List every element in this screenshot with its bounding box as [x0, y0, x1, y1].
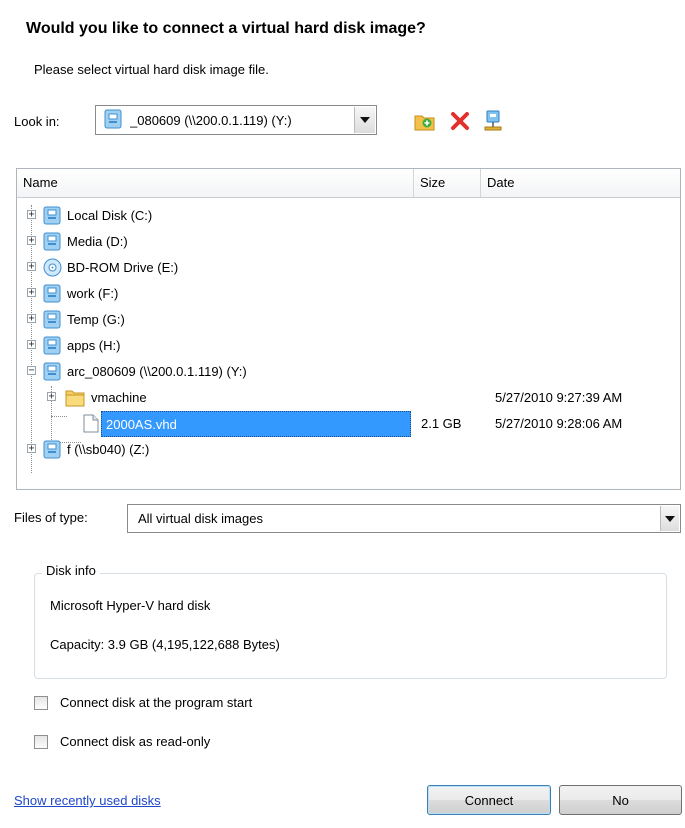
- tree-row-temp-g[interactable]: + Temp (G:): [17, 307, 680, 333]
- new-folder-icon[interactable]: [412, 108, 438, 134]
- drive-icon: [43, 362, 61, 381]
- optical-drive-icon: [43, 258, 62, 277]
- network-drive-icon[interactable]: [480, 108, 506, 134]
- file-icon: [83, 414, 101, 433]
- drive-icon: [43, 336, 61, 355]
- collapse-icon[interactable]: −: [27, 366, 36, 376]
- drive-icon: [43, 284, 61, 303]
- drive-icon: [104, 109, 122, 132]
- tree-item-label: 2000AS.vhd: [101, 411, 411, 437]
- files-of-type-dropdown[interactable]: All virtual disk images: [127, 504, 681, 533]
- file-tree[interactable]: Name Size Date + Local Disk (C:) + Media…: [16, 168, 681, 490]
- tree-item-label: Local Disk (C:): [67, 208, 153, 223]
- tree-item-date: 5/27/2010 9:28:06 AM: [495, 416, 623, 431]
- expand-icon[interactable]: +: [27, 444, 36, 454]
- drive-icon: [43, 310, 61, 329]
- disk-info-group: [34, 573, 667, 679]
- tree-row-f-z[interactable]: + f (\\sb040) (Z:): [17, 437, 680, 463]
- drive-icon: [43, 440, 61, 459]
- show-recent-disks-link[interactable]: Show recently used disks: [14, 793, 161, 808]
- connect-at-start-label: Connect disk at the program start: [60, 695, 253, 710]
- tree-row-media-d[interactable]: + Media (D:): [17, 229, 680, 255]
- tree-item-label: BD-ROM Drive (E:): [67, 260, 179, 275]
- folder-icon: [65, 388, 85, 407]
- look-in-label: Look in:: [14, 114, 60, 129]
- tree-item-label: f (\\sb040) (Z:): [67, 442, 150, 457]
- disk-capacity: Capacity: 3.9 GB (4,195,122,688 Bytes): [50, 637, 280, 652]
- read-only-label: Connect disk as read-only: [60, 734, 211, 749]
- expand-icon[interactable]: +: [27, 340, 36, 350]
- drive-icon: [43, 206, 61, 225]
- read-only-option[interactable]: Connect disk as read-only: [34, 734, 210, 749]
- read-only-checkbox[interactable]: [34, 734, 48, 749]
- no-button[interactable]: No: [559, 785, 682, 815]
- expand-icon[interactable]: +: [47, 392, 56, 402]
- expand-icon[interactable]: +: [27, 210, 36, 220]
- column-header-date[interactable]: Date: [480, 169, 680, 197]
- tree-row-local-disk-c[interactable]: + Local Disk (C:): [17, 203, 680, 229]
- chevron-down-icon[interactable]: [660, 506, 679, 531]
- connect-button[interactable]: Connect: [427, 785, 551, 815]
- disk-info-title: Disk info: [42, 563, 100, 578]
- file-tree-header: Name Size Date: [17, 169, 680, 198]
- drive-icon: [43, 232, 61, 251]
- files-of-type-value: All virtual disk images: [138, 511, 263, 526]
- tree-row-work-f[interactable]: + work (F:): [17, 281, 680, 307]
- dialog-subtitle: Please select virtual hard disk image fi…: [34, 62, 269, 77]
- tree-item-label: arc_080609 (\\200.0.1.119) (Y:): [67, 364, 247, 379]
- look-in-dropdown[interactable]: _080609 (\\200.0.1.119) (Y:): [95, 105, 377, 135]
- files-of-type-label: Files of type:: [14, 510, 88, 525]
- expand-icon[interactable]: +: [27, 288, 36, 298]
- column-header-name[interactable]: Name: [17, 169, 413, 197]
- tree-item-label: apps (H:): [67, 338, 121, 353]
- delete-icon[interactable]: [447, 108, 473, 134]
- tree-row-2000as-vhd[interactable]: 2000AS.vhd 2.1 GB 5/27/2010 9:28:06 AM: [17, 411, 680, 437]
- expand-icon[interactable]: +: [27, 236, 36, 246]
- expand-icon[interactable]: +: [27, 314, 36, 324]
- expand-icon[interactable]: +: [27, 262, 36, 272]
- tree-item-label: vmachine: [91, 390, 147, 405]
- column-header-size[interactable]: Size: [413, 169, 480, 197]
- connect-at-start-option[interactable]: Connect disk at the program start: [34, 695, 252, 710]
- tree-item-date: 5/27/2010 9:27:39 AM: [495, 390, 623, 405]
- connect-at-start-checkbox[interactable]: [34, 695, 48, 710]
- tree-row-vmachine[interactable]: + vmachine 5/27/2010 9:27:39 AM: [17, 385, 680, 411]
- tree-item-label: Temp (G:): [67, 312, 125, 327]
- dialog-title: Would you like to connect a virtual hard…: [26, 20, 426, 37]
- tree-item-label: work (F:): [67, 286, 119, 301]
- tree-row-bd-rom-e[interactable]: + BD-ROM Drive (E:): [17, 255, 680, 281]
- disk-type: Microsoft Hyper-V hard disk: [50, 598, 211, 613]
- tree-row-arc-y[interactable]: − arc_080609 (\\200.0.1.119) (Y:): [17, 359, 680, 385]
- look-in-value: _080609 (\\200.0.1.119) (Y:): [130, 112, 292, 128]
- chevron-down-icon[interactable]: [354, 107, 375, 133]
- tree-row-apps-h[interactable]: + apps (H:): [17, 333, 680, 359]
- tree-item-label: Media (D:): [67, 234, 128, 249]
- tree-item-size: 2.1 GB: [421, 416, 462, 431]
